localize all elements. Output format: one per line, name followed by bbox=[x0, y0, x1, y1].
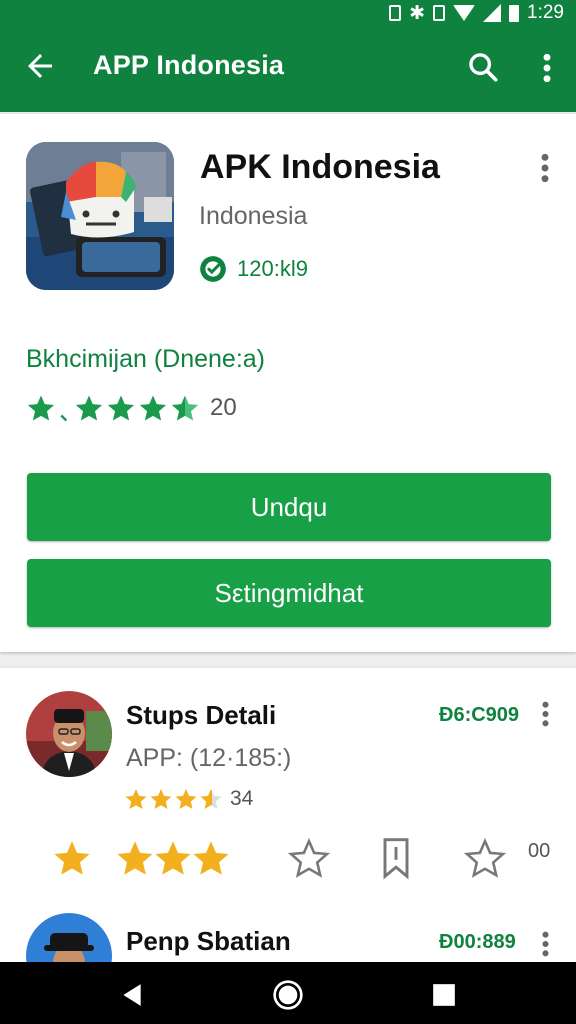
star-icon bbox=[125, 789, 147, 809]
star-outline-icon[interactable] bbox=[463, 836, 507, 880]
star-icon[interactable] bbox=[52, 838, 92, 878]
download-button[interactable]: Undqu bbox=[27, 473, 551, 541]
wifi-icon bbox=[453, 5, 476, 21]
star-fragment-icon bbox=[60, 414, 68, 422]
app-title: APK Indonesia bbox=[200, 148, 440, 186]
review-rating-value: 34 bbox=[230, 787, 254, 810]
app-bar: APP Indonesia bbox=[0, 26, 576, 112]
star-icon[interactable] bbox=[191, 838, 231, 878]
back-arrow-icon[interactable] bbox=[22, 48, 58, 84]
signal-icon bbox=[483, 4, 502, 22]
sim-icon bbox=[389, 5, 402, 21]
star-icon bbox=[139, 395, 167, 421]
review-author: Stups Detali bbox=[126, 700, 277, 730]
avatar bbox=[26, 691, 112, 777]
app-icon bbox=[26, 142, 174, 290]
rating-count: 20 bbox=[210, 394, 237, 421]
verified-check-icon bbox=[200, 256, 226, 282]
search-icon[interactable] bbox=[466, 50, 500, 84]
nav-back-icon[interactable] bbox=[119, 982, 145, 1008]
star-icon bbox=[75, 395, 103, 421]
star-icon bbox=[27, 395, 55, 421]
app-rating: 20 bbox=[26, 393, 237, 423]
app-tagline: Bkhcimijan (Dnene:a) bbox=[26, 345, 265, 373]
secondary-button[interactable]: Sεtingmidhat bbox=[27, 559, 551, 627]
action-count: 00 bbox=[528, 840, 551, 862]
star-icon[interactable] bbox=[115, 838, 155, 878]
app-subtitle: Indonesia bbox=[199, 202, 308, 230]
app-bar-title: APP Indonesia bbox=[93, 50, 285, 80]
review-rating: 34 bbox=[124, 787, 253, 811]
more-vert-icon[interactable] bbox=[540, 52, 554, 84]
nav-home-icon[interactable] bbox=[272, 979, 304, 1011]
star-icon bbox=[107, 395, 135, 421]
review-more-icon[interactable] bbox=[540, 930, 551, 958]
star-half-icon bbox=[200, 789, 222, 809]
star-half-icon bbox=[171, 395, 199, 421]
bookmark-icon[interactable] bbox=[376, 836, 416, 880]
system-nav-bar bbox=[0, 962, 576, 1024]
review-code: Ð00:889 bbox=[439, 931, 516, 953]
battery-icon bbox=[509, 4, 520, 22]
verified-badge: 120:kl9 bbox=[199, 255, 308, 283]
review-app-label: APP: (12·185:) bbox=[126, 744, 292, 772]
star-icon bbox=[175, 789, 197, 809]
review-actions: 00 bbox=[0, 830, 576, 890]
status-bar: ✱ 1:29 bbox=[0, 0, 576, 26]
star-outline-icon[interactable] bbox=[287, 836, 331, 880]
star-icon bbox=[150, 789, 172, 809]
review-more-icon[interactable] bbox=[540, 700, 551, 728]
bluetooth-icon: ✱ bbox=[409, 2, 426, 24]
nav-recents-icon[interactable] bbox=[431, 982, 457, 1008]
status-time: 1:29 bbox=[527, 2, 564, 23]
review-code: Ð6:C909 bbox=[439, 704, 520, 726]
star-icon[interactable] bbox=[153, 838, 193, 878]
nfc-icon bbox=[433, 5, 446, 21]
review-author: Penp Sbatian bbox=[126, 926, 291, 956]
app-more-icon[interactable] bbox=[539, 152, 551, 184]
badge-label: 120:kl9 bbox=[237, 256, 308, 281]
